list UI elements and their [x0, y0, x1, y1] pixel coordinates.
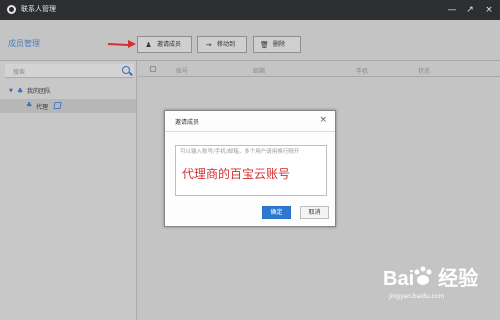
team-icon: ♣	[17, 87, 24, 95]
cancel-button[interactable]: 取消	[300, 206, 329, 219]
tree-item-agent[interactable]: ♣ 代理	[0, 99, 136, 113]
agent-label: 代理	[36, 104, 49, 111]
watermark-url: jingyan.baidu.com	[389, 293, 445, 300]
delete-label: 删除	[273, 41, 286, 48]
caret-down-icon[interactable]: ▼	[9, 86, 13, 97]
move-to-label: 移动到	[217, 41, 236, 48]
invite-member-dialog: 邀请成员 × 可以输入账号/手机/邮箱，多个用户请用换行隔开 代理商的百宝云账号…	[164, 110, 336, 227]
minimize-icon[interactable]: —	[446, 4, 458, 16]
add-user-icon: ♟	[145, 41, 152, 49]
column-account: 账号	[176, 68, 189, 75]
column-status: 状态	[418, 68, 431, 75]
contact-manager-window: 联系人管理 — ↗ × 成员管理 ♟ 邀请成员 → 移动到 🗑 删除 搜索 ▼	[0, 0, 500, 320]
gear-icon	[7, 5, 16, 14]
paw-logo-icon	[414, 266, 432, 285]
invite-member-button[interactable]: ♟ 邀请成员	[137, 36, 192, 53]
trash-icon: 🗑	[260, 41, 269, 49]
invite-textarea[interactable]: 可以输入账号/手机/邮箱，多个用户请用换行隔开 代理商的百宝云账号	[175, 145, 327, 196]
confirm-button[interactable]: 确定	[262, 206, 291, 219]
entered-account-text: 代理商的百宝云账号	[182, 167, 291, 181]
search-icon[interactable]	[122, 66, 130, 74]
group-icon: ♣	[26, 101, 33, 109]
select-all-checkbox[interactable]	[150, 66, 156, 72]
move-to-button[interactable]: → 移动到	[197, 36, 247, 53]
column-email: 邮箱	[253, 68, 266, 75]
sidebar: 搜索 ▼ ♣ 我的团队 ♣ 代理	[0, 61, 137, 320]
red-arrow-head	[128, 40, 136, 48]
close-icon[interactable]: ×	[483, 4, 495, 16]
dialog-title: 邀请成员	[175, 119, 200, 126]
invite-placeholder: 可以输入账号/手机/邮箱，多个用户请用换行隔开	[180, 149, 300, 155]
maximize-icon[interactable]: ↗	[464, 4, 476, 16]
dialog-divider	[165, 131, 335, 132]
window-title: 联系人管理	[21, 5, 56, 13]
column-phone: 手机	[356, 68, 369, 75]
title-bar: 联系人管理 — ↗ ×	[0, 0, 500, 20]
watermark-brand-text: Bai	[383, 268, 415, 290]
edit-icon[interactable]	[53, 102, 62, 109]
close-icon[interactable]: ×	[319, 115, 327, 125]
page-title: 成员管理	[8, 39, 40, 48]
arrow-right-icon: →	[205, 41, 212, 49]
watermark-brand-suffix: 经验	[438, 268, 479, 290]
invite-member-label: 邀请成员	[157, 41, 182, 48]
team-label: 我的团队	[27, 88, 52, 95]
baidu-jingyan-watermark: Bai 经验 jingyan.baidu.com	[383, 266, 495, 304]
member-table-header: 账号 邮箱 手机 状态	[138, 61, 500, 77]
delete-button[interactable]: 🗑 删除	[253, 36, 301, 53]
search-placeholder: 搜索	[13, 69, 26, 76]
search-input[interactable]: 搜索	[5, 64, 134, 78]
